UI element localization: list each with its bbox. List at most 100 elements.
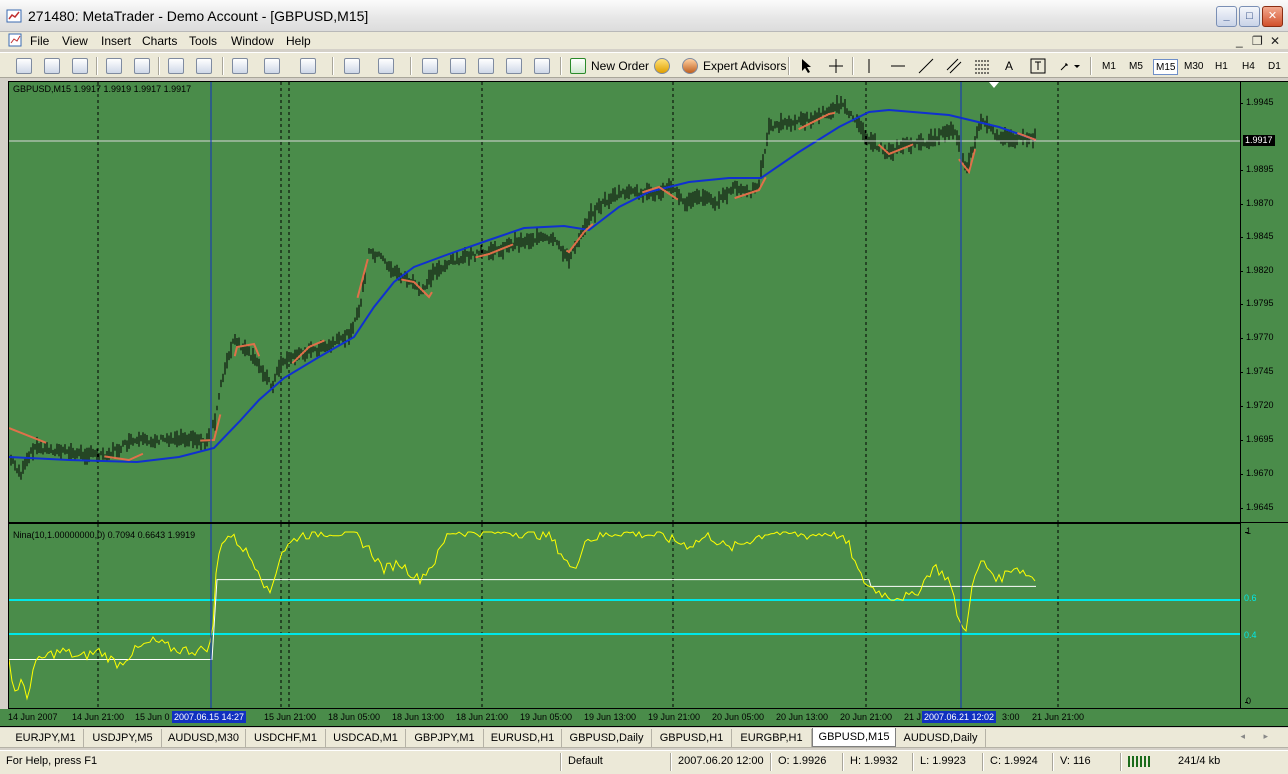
tab-audusd-daily[interactable]: AUDUSD,Daily <box>896 729 986 747</box>
chart-window-icon[interactable] <box>8 33 22 47</box>
indicator-axis[interactable]: 1 0.6 0.4 0 <box>1241 523 1288 709</box>
experts-toggle-icon[interactable] <box>654 58 670 74</box>
price-chart-label: GBPUSD,M15 1.9917 1.9919 1.9917 1.9917 <box>13 84 192 94</box>
close-button[interactable]: ✕ <box>1262 6 1283 27</box>
strategy-tester-icon[interactable] <box>534 58 550 74</box>
price-tick: 1.9945 <box>1240 97 1274 107</box>
mdi-minimize-button[interactable]: _ <box>1236 34 1243 48</box>
timeframe-m1[interactable]: M1 <box>1100 59 1118 75</box>
bar-chart-icon[interactable] <box>16 58 32 74</box>
indicator-chart[interactable]: Nina(10,1.00000000,0) 0.7094 0.6643 1.99… <box>8 523 1241 709</box>
minimize-button[interactable]: _ <box>1216 6 1237 27</box>
time-tick: 14 Jun 2007 <box>8 712 58 722</box>
tab-gbpusd-m15[interactable]: GBPUSD,M15 <box>812 728 896 747</box>
tab-eurusd-h1[interactable]: EURUSD,H1 <box>484 729 562 747</box>
mdi-restore-button[interactable]: ❐ <box>1252 34 1263 48</box>
current-price-label: 1.9917 <box>1243 135 1275 146</box>
menu-view[interactable]: View <box>62 34 88 48</box>
periods-icon[interactable] <box>264 58 280 74</box>
title-bar: 271480: MetaTrader - Demo Account - [GBP… <box>0 0 1288 32</box>
tab-audusd-m30[interactable]: AUDUSD,M30 <box>162 729 246 747</box>
tab-scroll-arrows[interactable]: ◂ ▸ <box>1240 731 1276 742</box>
tab-gbpjpy-m1[interactable]: GBPJPY,M1 <box>406 729 484 747</box>
tab-eurjpy-m1[interactable]: EURJPY,M1 <box>8 729 84 747</box>
menu-tools[interactable]: Tools <box>189 34 217 48</box>
status-profile[interactable]: Default <box>568 755 603 767</box>
status-datetime: 2007.06.20 12:00 <box>678 755 764 767</box>
trendline-icon[interactable] <box>918 58 934 74</box>
folder-icon[interactable] <box>478 58 494 74</box>
crosshair-icon[interactable] <box>828 58 844 74</box>
app-icon <box>6 9 22 23</box>
candlestick-icon[interactable] <box>44 58 60 74</box>
line-chart-icon[interactable] <box>72 58 88 74</box>
time-tick: 3:00 <box>1002 712 1020 722</box>
time-axis[interactable]: 14 Jun 2007 14 Jun 21:00 15 Jun 0 2007.0… <box>0 709 1288 727</box>
text-tool-button[interactable]: A <box>1005 56 1013 76</box>
profiles-icon[interactable] <box>378 58 394 74</box>
autoscroll-icon[interactable] <box>168 58 184 74</box>
zoom-in-icon[interactable] <box>106 58 122 74</box>
time-tick: 19 Jun 13:00 <box>584 712 637 722</box>
menu-charts[interactable]: Charts <box>142 34 177 48</box>
tab-usdchf-m1[interactable]: USDCHF,M1 <box>246 729 326 747</box>
time-tick: 18 Jun 21:00 <box>456 712 509 722</box>
fibonacci-icon[interactable] <box>974 58 990 74</box>
indicators-icon[interactable] <box>232 58 248 74</box>
level-label: 0.4 <box>1243 630 1258 640</box>
price-axis[interactable]: 1.9945 1.9895 1.9870 1.9845 1.9820 1.979… <box>1240 81 1288 523</box>
menu-insert[interactable]: Insert <box>101 34 131 48</box>
time-tick: 19 Jun 21:00 <box>648 712 701 722</box>
tab-usdcad-m1[interactable]: USDCAD,M1 <box>326 729 406 747</box>
new-chart-icon[interactable] <box>344 58 360 74</box>
timeframe-m5[interactable]: M5 <box>1127 59 1145 75</box>
menu-window[interactable]: Window <box>231 34 274 48</box>
price-tick: 1.9895 <box>1240 164 1274 174</box>
price-chart-canvas[interactable] <box>9 82 1241 523</box>
indicator-axis-bottom: 0 <box>1244 696 1252 706</box>
indicator-chart-canvas[interactable] <box>9 524 1241 709</box>
templates-icon[interactable] <box>300 58 316 74</box>
status-traffic: 241/4 kb <box>1178 755 1221 767</box>
zoom-out-icon[interactable] <box>134 58 150 74</box>
tab-gbpusd-daily[interactable]: GBPUSD,Daily <box>562 729 652 747</box>
tab-gbpusd-h1[interactable]: GBPUSD,H1 <box>652 729 732 747</box>
terminal-icon[interactable] <box>506 58 522 74</box>
maximize-button[interactable]: □ <box>1239 6 1260 27</box>
menu-file[interactable]: File <box>30 34 49 48</box>
timeframe-d1[interactable]: D1 <box>1266 59 1283 75</box>
timeframe-h4[interactable]: H4 <box>1240 59 1257 75</box>
time-tick: 15 Jun 0 <box>135 712 170 722</box>
time-tick: 21 Jun 21:00 <box>1032 712 1085 722</box>
menu-bar: File View Insert Charts Tools Window Hel… <box>0 32 1288 49</box>
timeframe-h1[interactable]: H1 <box>1213 59 1230 75</box>
vertical-line-icon[interactable] <box>864 58 874 74</box>
navigator-icon[interactable] <box>450 58 466 74</box>
market-watch-icon[interactable] <box>422 58 438 74</box>
new-order-button[interactable]: New Order <box>591 56 649 76</box>
mdi-close-button[interactable]: ✕ <box>1270 34 1280 48</box>
text-label-icon[interactable] <box>1030 58 1046 74</box>
tab-eurgbp-h1[interactable]: EURGBP,H1 <box>732 729 812 747</box>
new-order-icon <box>570 58 586 74</box>
tab-usdjpy-m5[interactable]: USDJPY,M5 <box>84 729 162 747</box>
price-tick: 1.9745 <box>1240 366 1274 376</box>
time-tick: 14 Jun 21:00 <box>72 712 125 722</box>
chart-tabs: EURJPY,M1 USDJPY,M5 AUDUSD,M30 USDCHF,M1… <box>0 728 1288 748</box>
time-tick: 21 J <box>904 712 922 722</box>
signal-line <box>9 579 1036 660</box>
time-tick: 18 Jun 13:00 <box>392 712 445 722</box>
time-tick: 19 Jun 05:00 <box>520 712 573 722</box>
cursor-icon[interactable] <box>800 58 814 74</box>
chart-shift-icon[interactable] <box>196 58 212 74</box>
arrows-dropdown-icon[interactable] <box>1058 58 1082 74</box>
expert-advisors-icon <box>682 58 698 74</box>
equidistant-channel-icon[interactable] <box>946 58 962 74</box>
expert-advisors-button[interactable]: Expert Advisors <box>703 56 786 76</box>
menu-help[interactable]: Help <box>286 34 311 48</box>
price-tick: 1.9670 <box>1240 468 1274 478</box>
timeframe-m15[interactable]: M15 <box>1153 59 1179 75</box>
horizontal-line-icon[interactable] <box>890 58 906 74</box>
price-chart[interactable]: GBPUSD,M15 1.9917 1.9919 1.9917 1.9917 <box>8 81 1241 523</box>
timeframe-m30[interactable]: M30 <box>1182 59 1205 75</box>
